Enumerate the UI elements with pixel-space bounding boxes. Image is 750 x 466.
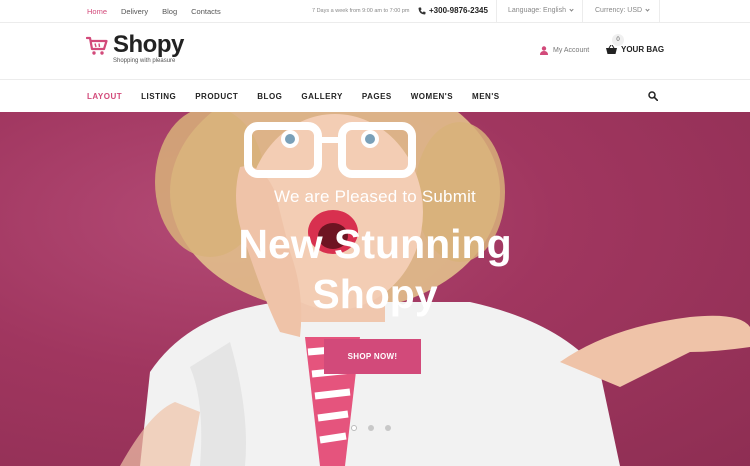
logo[interactable]: Shopy Shopping with pleasure	[86, 33, 184, 64]
shop-now-button[interactable]: SHOP NOW!	[324, 339, 421, 374]
language-label: Language: English	[508, 7, 566, 14]
nav-item-layout[interactable]: LAYOUT	[87, 92, 122, 101]
divider	[582, 0, 583, 23]
main-nav: LAYOUT LISTING PRODUCT BLOG GALLERY PAGE…	[0, 80, 750, 112]
nav-item-mens[interactable]: MEN'S	[472, 92, 500, 101]
slide-dot-3[interactable]	[385, 425, 391, 431]
user-icon	[540, 46, 548, 55]
slide-dot-2[interactable]	[368, 425, 374, 431]
language-select[interactable]: Language: English	[508, 7, 574, 14]
top-links: Home Delivery Blog Contacts	[87, 7, 235, 16]
bag-count-badge: 0	[612, 34, 624, 46]
currency-label: Currency: USD	[595, 7, 643, 14]
nav-item-listing[interactable]: LISTING	[141, 92, 176, 101]
hero-subtitle: We are Pleased to Submit	[274, 187, 476, 206]
top-link-home[interactable]: Home	[87, 7, 107, 16]
search-icon[interactable]	[648, 91, 658, 101]
nav-item-pages[interactable]: PAGES	[362, 92, 392, 101]
opening-hours: 7 Days a week from 9:00 am to 7:00 pm	[312, 8, 410, 14]
my-account-link[interactable]: My Account	[540, 46, 589, 55]
divider	[659, 0, 660, 23]
chevron-down-icon	[569, 7, 574, 12]
brand-tagline: Shopping with pleasure	[113, 58, 176, 64]
slide-dot-1[interactable]	[351, 425, 357, 431]
top-link-contacts[interactable]: Contacts	[191, 7, 221, 16]
your-bag-label: YOUR BAG	[621, 45, 665, 54]
basket-icon	[606, 45, 617, 54]
top-link-delivery[interactable]: Delivery	[121, 7, 148, 16]
brand-name: Shopy	[113, 31, 184, 58]
currency-select[interactable]: Currency: USD	[595, 7, 650, 14]
hero-title-line2: Shopy	[312, 271, 438, 317]
cart-logo-icon	[86, 36, 108, 55]
top-link-blog[interactable]: Blog	[162, 7, 177, 16]
slider-pagination	[351, 425, 391, 431]
nav-item-womens[interactable]: WOMEN'S	[411, 92, 453, 101]
nav-item-gallery[interactable]: GALLERY	[301, 92, 342, 101]
hero-title-line1: New Stunning	[238, 221, 512, 267]
hero-title: New Stunning Shopy	[0, 219, 750, 319]
phone-text: +300-9876-2345	[429, 6, 488, 15]
phone-number[interactable]: +300-9876-2345	[418, 6, 488, 15]
phone-icon	[418, 7, 426, 14]
nav-item-product[interactable]: PRODUCT	[195, 92, 238, 101]
top-utility-bar: Home Delivery Blog Contacts 7 Days a wee…	[0, 0, 750, 23]
site-header: Shopy Shopping with pleasure My Account …	[0, 23, 750, 80]
my-account-label: My Account	[553, 47, 590, 54]
your-bag-button[interactable]: 0 YOUR BAG	[606, 34, 665, 54]
chevron-down-icon	[645, 7, 650, 12]
divider	[496, 0, 497, 23]
nav-item-blog[interactable]: BLOG	[257, 92, 282, 101]
hero-slider: We are Pleased to Submit New Stunning Sh…	[0, 112, 750, 466]
